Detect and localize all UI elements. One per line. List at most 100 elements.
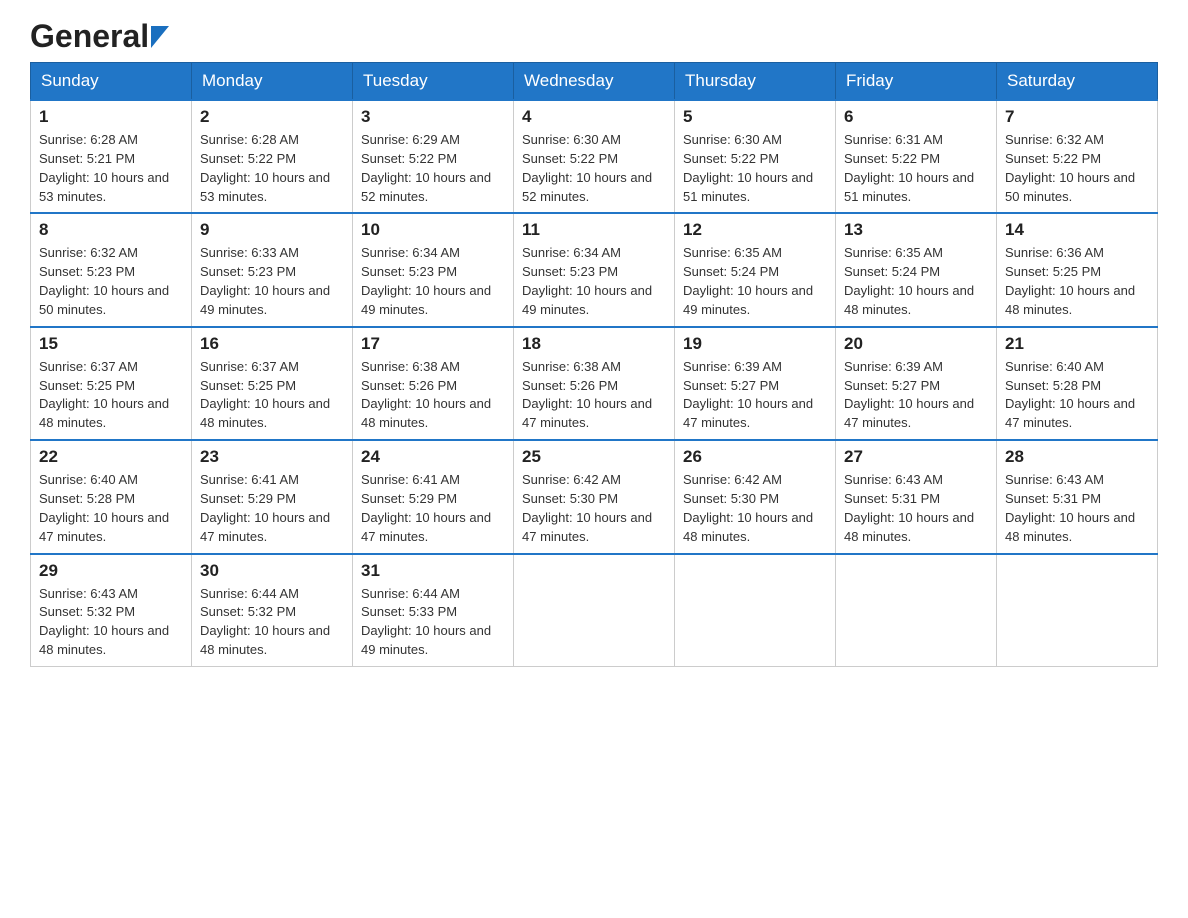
week-row-1: 1 Sunrise: 6:28 AMSunset: 5:21 PMDayligh… (31, 100, 1158, 213)
calendar-cell (675, 554, 836, 667)
day-number: 19 (683, 334, 827, 354)
calendar-cell: 28 Sunrise: 6:43 AMSunset: 5:31 PMDaylig… (997, 440, 1158, 553)
day-info: Sunrise: 6:42 AMSunset: 5:30 PMDaylight:… (683, 471, 827, 546)
calendar-header-friday: Friday (836, 63, 997, 101)
calendar-cell: 21 Sunrise: 6:40 AMSunset: 5:28 PMDaylig… (997, 327, 1158, 440)
day-info: Sunrise: 6:36 AMSunset: 5:25 PMDaylight:… (1005, 244, 1149, 319)
day-number: 16 (200, 334, 344, 354)
day-number: 29 (39, 561, 183, 581)
day-info: Sunrise: 6:38 AMSunset: 5:26 PMDaylight:… (361, 358, 505, 433)
day-info: Sunrise: 6:43 AMSunset: 5:32 PMDaylight:… (39, 585, 183, 660)
day-info: Sunrise: 6:41 AMSunset: 5:29 PMDaylight:… (200, 471, 344, 546)
day-number: 17 (361, 334, 505, 354)
calendar-cell: 24 Sunrise: 6:41 AMSunset: 5:29 PMDaylig… (353, 440, 514, 553)
day-info: Sunrise: 6:34 AMSunset: 5:23 PMDaylight:… (361, 244, 505, 319)
day-info: Sunrise: 6:40 AMSunset: 5:28 PMDaylight:… (1005, 358, 1149, 433)
day-number: 5 (683, 107, 827, 127)
day-info: Sunrise: 6:28 AMSunset: 5:22 PMDaylight:… (200, 131, 344, 206)
calendar-cell: 8 Sunrise: 6:32 AMSunset: 5:23 PMDayligh… (31, 213, 192, 326)
calendar-cell: 14 Sunrise: 6:36 AMSunset: 5:25 PMDaylig… (997, 213, 1158, 326)
day-info: Sunrise: 6:32 AMSunset: 5:22 PMDaylight:… (1005, 131, 1149, 206)
calendar-header-sunday: Sunday (31, 63, 192, 101)
calendar-cell: 5 Sunrise: 6:30 AMSunset: 5:22 PMDayligh… (675, 100, 836, 213)
day-number: 27 (844, 447, 988, 467)
logo: General (30, 20, 169, 52)
calendar-cell: 4 Sunrise: 6:30 AMSunset: 5:22 PMDayligh… (514, 100, 675, 213)
calendar-cell: 15 Sunrise: 6:37 AMSunset: 5:25 PMDaylig… (31, 327, 192, 440)
day-number: 3 (361, 107, 505, 127)
logo-general: General (30, 20, 149, 52)
day-number: 8 (39, 220, 183, 240)
calendar-cell: 18 Sunrise: 6:38 AMSunset: 5:26 PMDaylig… (514, 327, 675, 440)
calendar-header-monday: Monday (192, 63, 353, 101)
day-info: Sunrise: 6:30 AMSunset: 5:22 PMDaylight:… (522, 131, 666, 206)
calendar-cell: 25 Sunrise: 6:42 AMSunset: 5:30 PMDaylig… (514, 440, 675, 553)
day-info: Sunrise: 6:37 AMSunset: 5:25 PMDaylight:… (200, 358, 344, 433)
calendar-cell: 3 Sunrise: 6:29 AMSunset: 5:22 PMDayligh… (353, 100, 514, 213)
calendar-cell: 30 Sunrise: 6:44 AMSunset: 5:32 PMDaylig… (192, 554, 353, 667)
day-number: 21 (1005, 334, 1149, 354)
calendar-cell: 12 Sunrise: 6:35 AMSunset: 5:24 PMDaylig… (675, 213, 836, 326)
day-number: 24 (361, 447, 505, 467)
calendar-cell: 11 Sunrise: 6:34 AMSunset: 5:23 PMDaylig… (514, 213, 675, 326)
day-info: Sunrise: 6:33 AMSunset: 5:23 PMDaylight:… (200, 244, 344, 319)
calendar-cell: 1 Sunrise: 6:28 AMSunset: 5:21 PMDayligh… (31, 100, 192, 213)
day-info: Sunrise: 6:34 AMSunset: 5:23 PMDaylight:… (522, 244, 666, 319)
day-number: 28 (1005, 447, 1149, 467)
day-info: Sunrise: 6:29 AMSunset: 5:22 PMDaylight:… (361, 131, 505, 206)
calendar-table: SundayMondayTuesdayWednesdayThursdayFrid… (30, 62, 1158, 667)
calendar-cell: 19 Sunrise: 6:39 AMSunset: 5:27 PMDaylig… (675, 327, 836, 440)
week-row-5: 29 Sunrise: 6:43 AMSunset: 5:32 PMDaylig… (31, 554, 1158, 667)
calendar-cell: 20 Sunrise: 6:39 AMSunset: 5:27 PMDaylig… (836, 327, 997, 440)
calendar-cell: 13 Sunrise: 6:35 AMSunset: 5:24 PMDaylig… (836, 213, 997, 326)
calendar-cell: 10 Sunrise: 6:34 AMSunset: 5:23 PMDaylig… (353, 213, 514, 326)
day-info: Sunrise: 6:35 AMSunset: 5:24 PMDaylight:… (844, 244, 988, 319)
calendar-header-tuesday: Tuesday (353, 63, 514, 101)
calendar-cell: 31 Sunrise: 6:44 AMSunset: 5:33 PMDaylig… (353, 554, 514, 667)
day-info: Sunrise: 6:43 AMSunset: 5:31 PMDaylight:… (844, 471, 988, 546)
day-number: 11 (522, 220, 666, 240)
day-number: 15 (39, 334, 183, 354)
day-number: 30 (200, 561, 344, 581)
calendar-cell: 6 Sunrise: 6:31 AMSunset: 5:22 PMDayligh… (836, 100, 997, 213)
day-number: 6 (844, 107, 988, 127)
day-info: Sunrise: 6:37 AMSunset: 5:25 PMDaylight:… (39, 358, 183, 433)
calendar-cell: 17 Sunrise: 6:38 AMSunset: 5:26 PMDaylig… (353, 327, 514, 440)
day-info: Sunrise: 6:42 AMSunset: 5:30 PMDaylight:… (522, 471, 666, 546)
day-number: 7 (1005, 107, 1149, 127)
page-header: General (30, 20, 1158, 52)
day-number: 9 (200, 220, 344, 240)
calendar-header-saturday: Saturday (997, 63, 1158, 101)
calendar-cell: 2 Sunrise: 6:28 AMSunset: 5:22 PMDayligh… (192, 100, 353, 213)
calendar-cell: 26 Sunrise: 6:42 AMSunset: 5:30 PMDaylig… (675, 440, 836, 553)
calendar-header-row: SundayMondayTuesdayWednesdayThursdayFrid… (31, 63, 1158, 101)
calendar-cell: 22 Sunrise: 6:40 AMSunset: 5:28 PMDaylig… (31, 440, 192, 553)
day-number: 4 (522, 107, 666, 127)
day-number: 26 (683, 447, 827, 467)
day-number: 13 (844, 220, 988, 240)
day-info: Sunrise: 6:35 AMSunset: 5:24 PMDaylight:… (683, 244, 827, 319)
day-number: 1 (39, 107, 183, 127)
day-number: 31 (361, 561, 505, 581)
logo-triangle-icon (151, 26, 169, 48)
day-info: Sunrise: 6:31 AMSunset: 5:22 PMDaylight:… (844, 131, 988, 206)
day-info: Sunrise: 6:30 AMSunset: 5:22 PMDaylight:… (683, 131, 827, 206)
day-number: 23 (200, 447, 344, 467)
day-number: 20 (844, 334, 988, 354)
calendar-cell: 16 Sunrise: 6:37 AMSunset: 5:25 PMDaylig… (192, 327, 353, 440)
calendar-header-thursday: Thursday (675, 63, 836, 101)
day-info: Sunrise: 6:39 AMSunset: 5:27 PMDaylight:… (683, 358, 827, 433)
week-row-2: 8 Sunrise: 6:32 AMSunset: 5:23 PMDayligh… (31, 213, 1158, 326)
day-number: 18 (522, 334, 666, 354)
day-info: Sunrise: 6:44 AMSunset: 5:33 PMDaylight:… (361, 585, 505, 660)
day-info: Sunrise: 6:32 AMSunset: 5:23 PMDaylight:… (39, 244, 183, 319)
day-number: 12 (683, 220, 827, 240)
day-info: Sunrise: 6:43 AMSunset: 5:31 PMDaylight:… (1005, 471, 1149, 546)
calendar-cell (836, 554, 997, 667)
day-info: Sunrise: 6:39 AMSunset: 5:27 PMDaylight:… (844, 358, 988, 433)
calendar-cell (997, 554, 1158, 667)
day-info: Sunrise: 6:38 AMSunset: 5:26 PMDaylight:… (522, 358, 666, 433)
day-number: 14 (1005, 220, 1149, 240)
calendar-cell (514, 554, 675, 667)
day-number: 10 (361, 220, 505, 240)
